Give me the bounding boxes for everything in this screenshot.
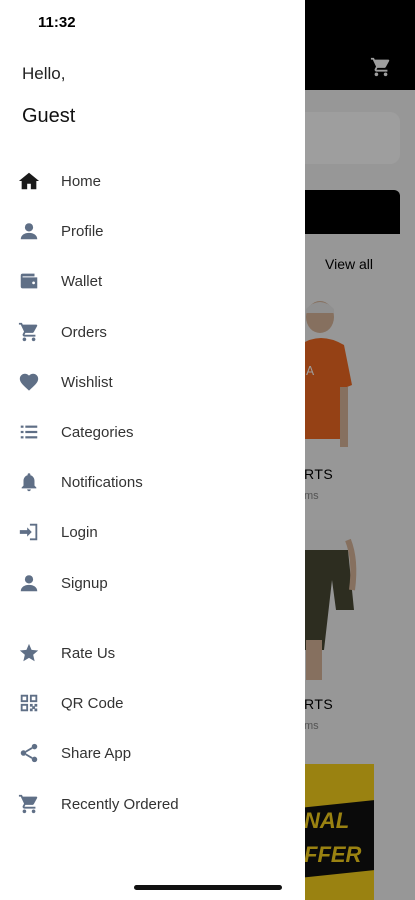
menu-item-label: QR Code [61, 694, 124, 712]
menu-item-label: Orders [61, 323, 107, 341]
menu-item-categories[interactable]: Categories [0, 410, 305, 454]
star-icon [17, 641, 41, 665]
status-bar-time: 11:32 [38, 14, 76, 31]
heart-icon [17, 370, 41, 394]
home-indicator[interactable] [134, 885, 282, 890]
person-icon [17, 219, 41, 243]
menu-item-label: Wallet [61, 272, 103, 290]
menu-item-recently-ordered[interactable]: Recently Ordered [0, 782, 305, 826]
menu-item-label: Rate Us [61, 644, 116, 662]
list-icon [17, 420, 41, 444]
menu-item-wallet[interactable]: Wallet [0, 259, 305, 303]
menu-item-label: Home [61, 172, 102, 190]
menu-item-label: Signup [61, 574, 108, 592]
cart-icon [17, 320, 41, 344]
home-icon [17, 169, 41, 193]
bell-icon [17, 470, 41, 494]
greeting-text: Hello, [22, 64, 66, 83]
wallet-icon [17, 269, 41, 293]
share-icon [17, 741, 41, 765]
menu-item-qr-code[interactable]: QR Code [0, 681, 305, 725]
person-add-icon [17, 571, 41, 595]
login-icon [17, 520, 41, 544]
menu-item-label: Login [61, 523, 98, 541]
menu-item-label: Recently Ordered [61, 795, 179, 813]
menu-item-label: Categories [61, 423, 134, 441]
qr-code-icon [17, 691, 41, 715]
menu-item-label: Wishlist [61, 373, 113, 391]
menu-item-label: Profile [61, 222, 104, 240]
menu-item-profile[interactable]: Profile [0, 209, 305, 253]
cart-icon [17, 792, 41, 816]
menu-item-orders[interactable]: Orders [0, 310, 305, 354]
menu-item-rate-us[interactable]: Rate Us [0, 631, 305, 675]
menu-item-wishlist[interactable]: Wishlist [0, 360, 305, 404]
menu-item-notifications[interactable]: Notifications [0, 460, 305, 504]
user-name: Guest [22, 105, 76, 127]
menu-item-signup[interactable]: Signup [0, 561, 305, 605]
menu-item-home[interactable]: Home [0, 159, 305, 203]
menu-item-label: Share App [61, 744, 132, 762]
navigation-drawer: 11:32 Hello, Guest Home Profile Wallet O… [0, 0, 305, 900]
menu-item-label: Notifications [61, 473, 143, 491]
menu-item-login[interactable]: Login [0, 510, 305, 554]
menu-item-share-app[interactable]: Share App [0, 731, 305, 775]
